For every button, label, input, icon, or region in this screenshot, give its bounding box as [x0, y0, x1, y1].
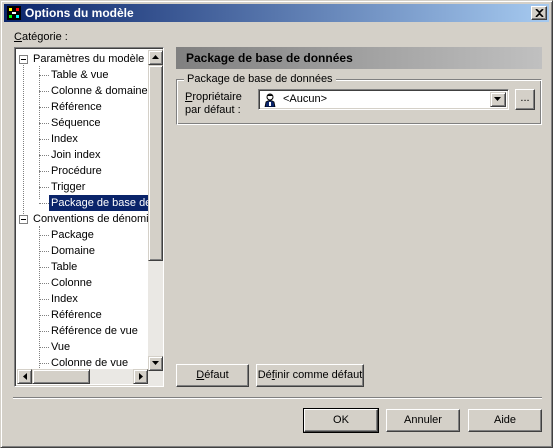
collapse-icon[interactable]	[19, 55, 28, 64]
model-options-icon	[7, 6, 21, 20]
tree-item-index[interactable]: Index	[49, 131, 80, 147]
owner-dropdown-button[interactable]	[490, 92, 506, 107]
arrow-left-icon	[23, 373, 27, 380]
scroll-left-button[interactable]	[17, 369, 32, 384]
tree-group-naming-conventions[interactable]: Conventions de dénomination	[31, 211, 148, 227]
tree-item-reference-de-vue[interactable]: Référence de vue	[49, 323, 140, 339]
tree-item-sequence[interactable]: Séquence	[49, 115, 103, 131]
help-button[interactable]: Aide	[468, 409, 542, 432]
set-as-default-button[interactable]: Définir comme défaut	[256, 364, 364, 387]
scroll-right-button[interactable]	[133, 369, 148, 384]
tree-item-colonne-domaine[interactable]: Colonne & domaine	[49, 83, 148, 99]
tree-horizontal-scrollbar[interactable]	[17, 369, 148, 384]
tree-item-domaine[interactable]: Domaine	[49, 243, 97, 259]
arrow-down-icon	[152, 361, 159, 365]
arrow-right-icon	[139, 373, 143, 380]
arrow-up-icon	[152, 55, 159, 59]
tree-group-model-settings[interactable]: Paramètres du modèle	[31, 51, 146, 67]
window-title: Options du modèle	[25, 6, 134, 20]
scroll-up-button[interactable]	[148, 50, 163, 65]
tree-item-reference[interactable]: Référence	[49, 99, 104, 115]
title-bar[interactable]: Options du modèle	[4, 4, 549, 22]
scroll-thumb[interactable]	[148, 65, 163, 261]
tree-item-colonne[interactable]: Colonne	[49, 275, 94, 291]
dialog-window: Options du modèle Catégorie : Paramètres…	[0, 0, 553, 448]
tree-item-reference-2[interactable]: Référence	[49, 307, 104, 323]
panel-header: Package de base de données	[176, 47, 542, 69]
separator	[13, 397, 542, 399]
owner-select-value: <Aucun>	[283, 93, 328, 105]
close-icon	[535, 9, 544, 17]
cancel-button[interactable]: Annuler	[386, 409, 460, 432]
chevron-down-icon	[494, 97, 501, 101]
tree-item-trigger[interactable]: Trigger	[49, 179, 87, 195]
owner-label: Propriétaire par défaut :	[185, 91, 242, 116]
tree-item-procedure[interactable]: Procédure	[49, 163, 104, 179]
tree-item-vue[interactable]: Vue	[49, 339, 72, 355]
tree-item-index-2[interactable]: Index	[49, 291, 80, 307]
collapse-icon[interactable]	[19, 215, 28, 224]
ok-button[interactable]: OK	[304, 409, 378, 432]
scroll-down-button[interactable]	[148, 356, 163, 371]
tree-item-table-vue[interactable]: Table & vue	[49, 67, 110, 83]
browse-owner-button[interactable]: ...	[515, 89, 535, 110]
close-button[interactable]	[531, 6, 547, 20]
user-icon	[264, 93, 276, 107]
category-tree[interactable]: Paramètres du modèle Table & vue Colonne…	[14, 47, 164, 387]
category-label: Catégorie :	[14, 31, 68, 43]
tree-item-join-index[interactable]: Join index	[49, 147, 103, 163]
tree-vertical-scrollbar[interactable]	[148, 50, 163, 386]
owner-select[interactable]: <Aucun>	[258, 89, 509, 110]
tree-item-table[interactable]: Table	[49, 259, 79, 275]
groupbox-title: Package de base de données	[184, 73, 336, 85]
tree-item-package[interactable]: Package	[49, 227, 96, 243]
tree-item-package-bdd[interactable]: Package de base de données	[49, 195, 148, 211]
default-button[interactable]: Défaut	[176, 364, 249, 387]
scroll-h-thumb[interactable]	[32, 369, 90, 384]
